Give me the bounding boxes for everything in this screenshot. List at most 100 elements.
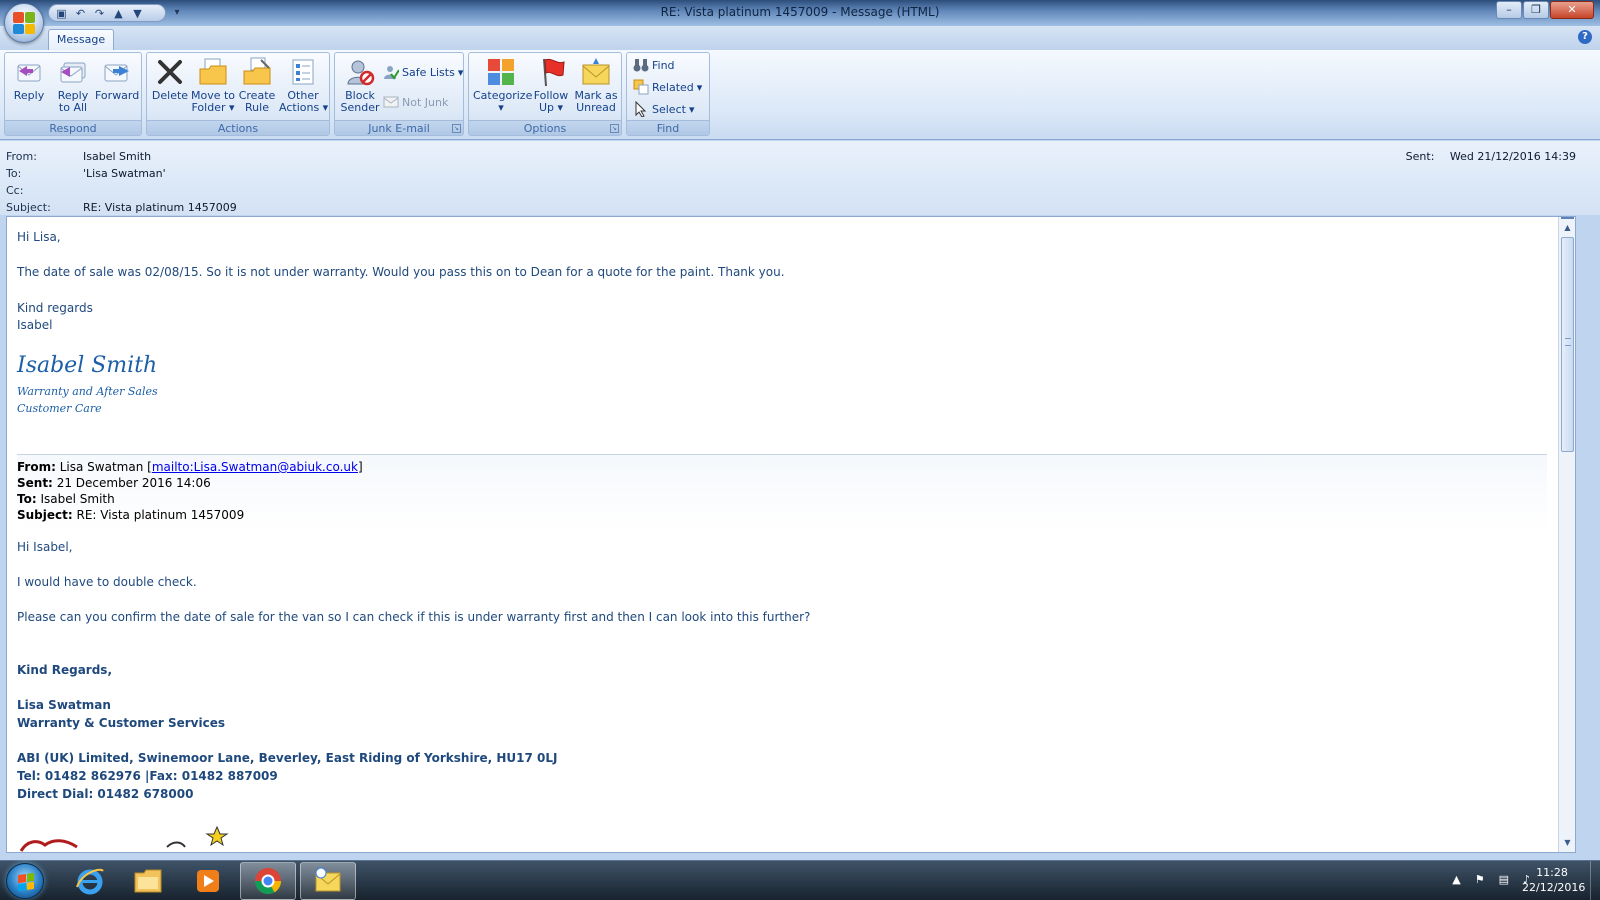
to-value[interactable]: 'Lisa Swatman' [83, 167, 166, 180]
internet-explorer-icon [76, 868, 104, 895]
help-icon[interactable]: ? [1578, 30, 1592, 44]
delete-button[interactable]: Delete [151, 56, 189, 120]
group-find-label: Find [627, 120, 709, 135]
mark-as-unread-button[interactable]: Mark as Unread [573, 56, 619, 120]
taskbar: ▲ ⚑ ▤ ♪ 11:28 22/12/2016 [0, 860, 1600, 900]
minimize-button[interactable]: – [1496, 1, 1522, 19]
taskbar-internet-explorer[interactable] [62, 862, 118, 900]
start-button[interactable] [6, 863, 44, 899]
scroll-up-icon[interactable]: ▲ [1560, 221, 1575, 235]
find-button[interactable]: Find [633, 56, 675, 74]
system-clock[interactable]: 11:28 22/12/2016 [1522, 865, 1586, 895]
body-paragraph: The date of sale was 02/08/15. So it is … [17, 265, 785, 279]
safe-lists-button[interactable]: Safe Lists ▾ [383, 63, 463, 81]
media-player-icon [197, 870, 219, 892]
quoted-telephone: Tel: 01482 862976 |Fax: 01482 887009 [17, 769, 278, 783]
create-rule-icon [241, 56, 273, 88]
binoculars-icon [633, 57, 649, 73]
scroll-grip-icon [1565, 338, 1571, 346]
forward-button[interactable]: Forward [95, 56, 139, 120]
windows-logo-icon [18, 872, 34, 892]
other-actions-icon [287, 56, 319, 88]
quoted-direct-dial: Direct Dial: 01482 678000 [17, 787, 194, 801]
taskbar-media-player[interactable] [180, 862, 236, 900]
outlook-icon [315, 867, 341, 892]
reply-all-button[interactable]: Reply to All [51, 56, 95, 120]
vertical-scrollbar[interactable]: ▲ ▼ [1558, 217, 1575, 852]
tab-message[interactable]: Message [48, 29, 114, 51]
taskbar-file-explorer[interactable] [120, 862, 176, 900]
not-junk-icon [383, 94, 399, 110]
from-value[interactable]: Isabel Smith [83, 150, 151, 163]
taskbar-outlook[interactable] [300, 862, 356, 900]
junk-dialog-launcher-icon[interactable]: ↘ [452, 124, 461, 133]
not-junk-button[interactable]: Not Junk [383, 93, 448, 111]
options-dialog-launcher-icon[interactable]: ↘ [610, 124, 619, 133]
move-to-folder-button[interactable]: Move to Folder ▾ [191, 56, 235, 120]
quoted-subject: Subject: RE: Vista platinum 1457009 [17, 508, 245, 522]
show-desktop-button[interactable] [1590, 861, 1600, 900]
subject-label: Subject: [6, 201, 51, 214]
group-options: Categorize ▾ Follow Up ▾ Mark as Unread … [468, 52, 622, 136]
message-header: From: Isabel Smith To: 'Lisa Swatman' Cc… [0, 141, 1600, 215]
folder-icon [134, 869, 162, 893]
close-button[interactable]: ✕ [1550, 1, 1594, 19]
system-tray: ▲ ⚑ ▤ ♪ [1452, 873, 1530, 886]
title-bar: ▣ ↶ ↷ ▲ ▼ ▾ RE: Vista platinum 1457009 -… [0, 0, 1600, 26]
safe-lists-icon [383, 64, 400, 80]
sent-info: Sent: Wed 21/12/2016 14:39 [1406, 150, 1576, 163]
forward-icon [101, 56, 133, 88]
cursor-icon [633, 100, 649, 118]
reply-all-icon [57, 56, 89, 88]
body-regards: Kind regards [17, 301, 93, 315]
message-body[interactable]: Hi Lisa, The date of sale was 02/08/15. … [6, 216, 1576, 853]
select-button[interactable]: Select ▾ [633, 100, 694, 118]
scroll-thumb[interactable] [1561, 237, 1574, 452]
previous-item-icon[interactable]: ▲ [112, 7, 125, 20]
signature-department: Customer Care [17, 402, 102, 415]
create-rule-button[interactable]: Create Rule [237, 56, 277, 120]
to-label: To: [6, 167, 22, 180]
ribbon: Reply Reply to All Forward Respond Delet… [0, 50, 1600, 140]
redo-icon[interactable]: ↷ [93, 7, 106, 20]
group-junk-email: Block Sender Safe Lists ▾ Not Junk Junk E… [334, 52, 464, 136]
office-button[interactable] [4, 3, 44, 43]
signature-name: Isabel Smith [17, 353, 158, 378]
restore-button[interactable]: ❐ [1523, 1, 1549, 19]
quoted-to: To: Isabel Smith [17, 492, 115, 506]
scroll-down-icon[interactable]: ▼ [1560, 836, 1575, 850]
group-respond: Reply Reply to All Forward Respond [4, 52, 142, 136]
clock-time: 11:28 [1536, 866, 1568, 879]
action-center-flag-icon[interactable]: ⚑ [1475, 873, 1485, 886]
undo-icon[interactable]: ↶ [74, 7, 87, 20]
taskbar-chrome[interactable] [240, 862, 296, 900]
body-greeting: Hi Lisa, [17, 230, 61, 244]
related-icon [633, 79, 649, 95]
quoted-message-header: From: Lisa Swatman [mailto:Lisa.Swatman@… [17, 454, 1547, 530]
delete-icon [154, 56, 186, 88]
window-controls: – ❐ ✕ [1496, 1, 1594, 19]
from-label: From: [6, 150, 37, 163]
other-actions-button[interactable]: Other Actions ▾ [279, 56, 328, 120]
group-find: Find Related ▾ Select ▾ Find [626, 52, 710, 136]
customize-toolbar-icon[interactable]: ▾ [170, 5, 184, 21]
quoted-address: ABI (UK) Limited, Swinemoor Lane, Beverl… [17, 751, 558, 765]
chrome-icon [254, 868, 282, 895]
follow-up-button[interactable]: Follow Up ▾ [531, 56, 571, 120]
network-icon[interactable]: ▤ [1499, 873, 1509, 886]
block-sender-button[interactable]: Block Sender [339, 56, 381, 120]
scroll-splitter[interactable] [1561, 217, 1574, 219]
related-button[interactable]: Related ▾ [633, 78, 702, 96]
clock-date: 22/12/2016 [1522, 881, 1586, 894]
quoted-sender-name: Lisa Swatman [17, 698, 111, 712]
quoted-regards: Kind Regards, [17, 663, 112, 677]
show-hidden-icons-icon[interactable]: ▲ [1452, 873, 1460, 886]
group-actions-label: Actions [147, 120, 329, 135]
next-item-icon[interactable]: ▼ [131, 7, 144, 20]
categorize-button[interactable]: Categorize ▾ [473, 56, 532, 120]
reply-button[interactable]: Reply [9, 56, 49, 120]
save-icon[interactable]: ▣ [55, 7, 68, 20]
quoted-from-email-link[interactable]: mailto:Lisa.Swatman@abiuk.co.uk [152, 460, 358, 474]
cc-label: Cc: [6, 184, 24, 197]
signature-title: Warranty and After Sales [17, 385, 158, 398]
